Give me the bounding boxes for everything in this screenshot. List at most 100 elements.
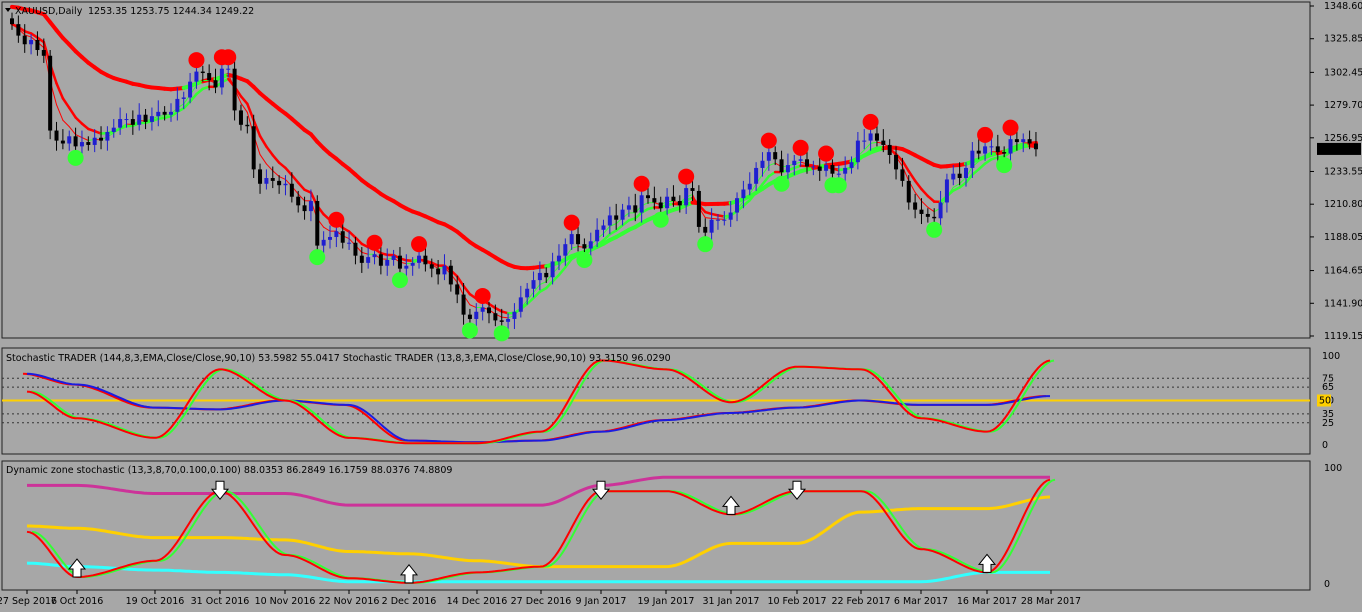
candle-body — [474, 311, 479, 319]
candle-body — [976, 150, 981, 154]
candle-body — [703, 226, 708, 233]
candle-body — [614, 215, 619, 220]
candle-body — [442, 265, 447, 275]
candle-body — [989, 146, 994, 148]
symbol-label: XAUUSD,Daily — [15, 6, 83, 17]
candle-body — [874, 133, 879, 141]
candle-body — [188, 81, 193, 98]
candle-body — [951, 173, 956, 180]
candle-body — [665, 196, 670, 209]
price-axis-label: 1141.90 — [1324, 298, 1362, 309]
candle-body — [633, 205, 638, 213]
candle-body — [817, 166, 822, 171]
candle-body — [696, 190, 701, 227]
candle-body — [111, 127, 116, 132]
candle-body — [264, 178, 269, 184]
swing-low-dot — [773, 175, 790, 192]
candle-body — [334, 231, 339, 237]
swing-high-dot — [792, 139, 809, 156]
swing-high-dot — [328, 211, 345, 228]
candle-body — [448, 265, 453, 285]
candle-body — [130, 119, 135, 125]
candle-body — [86, 142, 91, 145]
stochastic-axis-label: 25 — [1322, 418, 1334, 429]
candle-body — [232, 68, 237, 111]
candle-body — [372, 254, 377, 258]
date-axis-label: 22 Feb 2017 — [831, 596, 890, 607]
candle-body — [792, 160, 797, 166]
candle-body — [1027, 139, 1032, 144]
swing-high-dot — [977, 126, 994, 143]
ohlc-label: 1253.35 1253.75 1244.34 1249.22 — [88, 6, 254, 17]
candle-body — [690, 188, 695, 191]
candle-body — [938, 202, 943, 219]
candle-body — [29, 39, 34, 45]
candle-body — [900, 169, 905, 181]
candle-body — [709, 219, 714, 233]
candle-body — [283, 183, 288, 186]
candle-body — [92, 137, 97, 145]
candle-body — [550, 261, 555, 278]
candle-body — [932, 216, 937, 219]
candle-body — [741, 189, 746, 199]
candle-body — [499, 320, 504, 322]
candle-body — [410, 262, 415, 266]
dzs-title: Dynamic zone stochastic (13,3,8,70,0.100… — [6, 465, 452, 476]
candle-body — [722, 219, 727, 221]
swing-low-dot — [67, 149, 84, 166]
candle-body — [391, 255, 396, 260]
swing-high-dot — [563, 214, 580, 231]
candle-body — [855, 140, 860, 163]
price-axis-label: 1233.55 — [1324, 166, 1362, 177]
date-axis-label: 7 Oct 2016 — [51, 596, 104, 607]
candle-body — [652, 198, 657, 203]
swing-low-dot — [493, 325, 510, 342]
candle-body — [626, 205, 631, 210]
candle-body — [48, 55, 53, 131]
candle-body — [913, 202, 918, 210]
candle-body — [302, 205, 307, 212]
swing-low-dot — [652, 211, 669, 228]
candle-body — [340, 231, 345, 243]
candle-body — [1008, 139, 1013, 154]
candle-body — [289, 183, 294, 197]
candle-body — [754, 167, 759, 184]
candle-body — [194, 71, 199, 82]
candle-body — [328, 236, 332, 240]
date-axis-label: 31 Oct 2016 — [191, 596, 250, 607]
candle-body — [423, 255, 428, 265]
price-axis-label: 1256.95 — [1324, 133, 1362, 144]
candle-body — [849, 162, 854, 168]
candle-body — [868, 133, 873, 141]
candle-body — [124, 119, 129, 121]
trading-chart[interactable]: 1348.60 1325.85 1302.45 1279.70 1256.95 1233.… — [0, 0, 1362, 612]
swing-high-dot — [366, 234, 383, 251]
candle-body — [684, 188, 689, 206]
candle-body — [226, 68, 231, 70]
candle-body — [964, 167, 968, 179]
candle-body — [1033, 143, 1038, 150]
stochastic-title: Stochastic TRADER (144,8,3,EMA,Close/Clo… — [6, 353, 671, 364]
stochastic-axis-label: 65 — [1322, 382, 1334, 393]
swing-high-dot — [188, 52, 205, 69]
price-axis-label: 1119.15 — [1324, 331, 1362, 342]
price-axis-label: 1279.70 — [1324, 100, 1362, 111]
candle-body — [639, 195, 644, 213]
swing-high-dot — [633, 175, 650, 192]
swing-high-dot — [220, 49, 237, 66]
candle-body — [461, 294, 466, 315]
candle-body — [646, 195, 650, 199]
candle-body — [467, 314, 472, 319]
candle-body — [512, 311, 517, 319]
candle-body — [22, 35, 27, 45]
swing-low-dot — [391, 272, 408, 289]
candle-body — [798, 159, 803, 161]
candle-body — [677, 201, 682, 206]
candle-body — [79, 142, 84, 147]
candle-body — [556, 255, 561, 262]
candle-body — [518, 297, 523, 312]
candle-body — [251, 126, 256, 170]
candle-body — [811, 166, 816, 168]
candle-body — [359, 255, 364, 263]
candle-body — [906, 180, 911, 203]
